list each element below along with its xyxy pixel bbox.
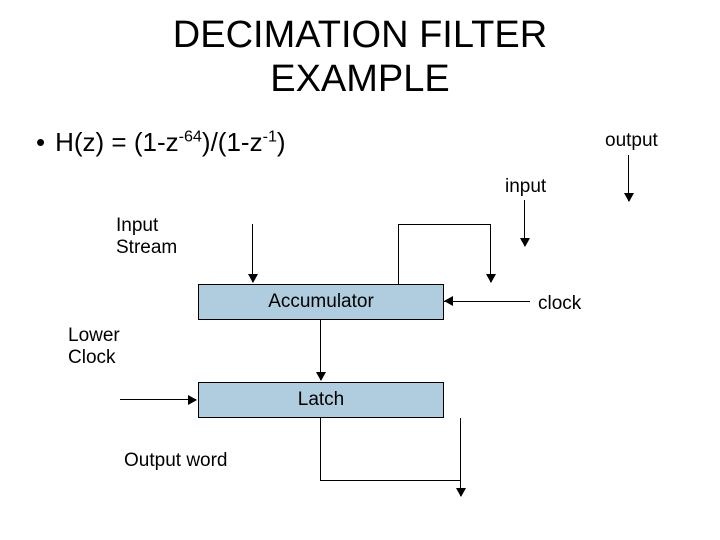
title-line-2: EXAMPLE — [270, 58, 450, 100]
label-input-stream: Input Stream — [116, 215, 186, 259]
feedback-down — [490, 224, 491, 282]
feedback-horiz — [398, 224, 490, 225]
eq-exp1: -64 — [179, 127, 202, 145]
label-lower_clock-l2: Clock — [68, 347, 116, 368]
label-clock: clock — [538, 293, 581, 315]
feedback-up — [398, 224, 399, 284]
arrowhead-clock-left — [444, 296, 453, 306]
eq-mid: )/(1-z — [202, 127, 263, 157]
label-input-stream-l1: Input — [116, 215, 158, 236]
label-output-word: Output word — [124, 450, 228, 472]
label-lower-clock: Lower Clock — [68, 325, 138, 369]
box-latch: Latch — [198, 382, 444, 418]
bullet-dot: • — [36, 128, 45, 157]
clock-line — [444, 301, 530, 302]
arrow-input-stream-to-accum — [252, 224, 253, 282]
label-output: output — [605, 130, 658, 152]
bullet-equation: • H(z) = (1-z-64)/(1-z-1) — [36, 128, 286, 157]
arrow-output-down — [628, 155, 629, 201]
eq-suffix: ) — [277, 127, 286, 157]
label-input: input — [505, 176, 546, 198]
eq-prefix: H(z) = (1-z — [55, 127, 179, 157]
arrow-input-down — [524, 200, 525, 246]
eq-exp2: -1 — [263, 127, 277, 145]
latch-out-down1 — [320, 418, 321, 480]
latch-out-down2 — [460, 418, 461, 496]
arrow-accum-to-latch — [320, 320, 321, 380]
title-line-1: DECIMATION FILTER — [173, 14, 547, 56]
label-input-stream-l2: Stream — [116, 237, 177, 258]
arrow-lower-clock-to-latch — [120, 399, 196, 400]
label-lower-clock-l1: Lower — [68, 325, 120, 346]
slide-title: DECIMATION FILTER EXAMPLE — [0, 0, 720, 101]
equation-text: H(z) = (1-z-64)/(1-z-1) — [55, 128, 285, 157]
latch-out-horiz — [320, 480, 460, 481]
box-accumulator: Accumulator — [198, 284, 444, 320]
